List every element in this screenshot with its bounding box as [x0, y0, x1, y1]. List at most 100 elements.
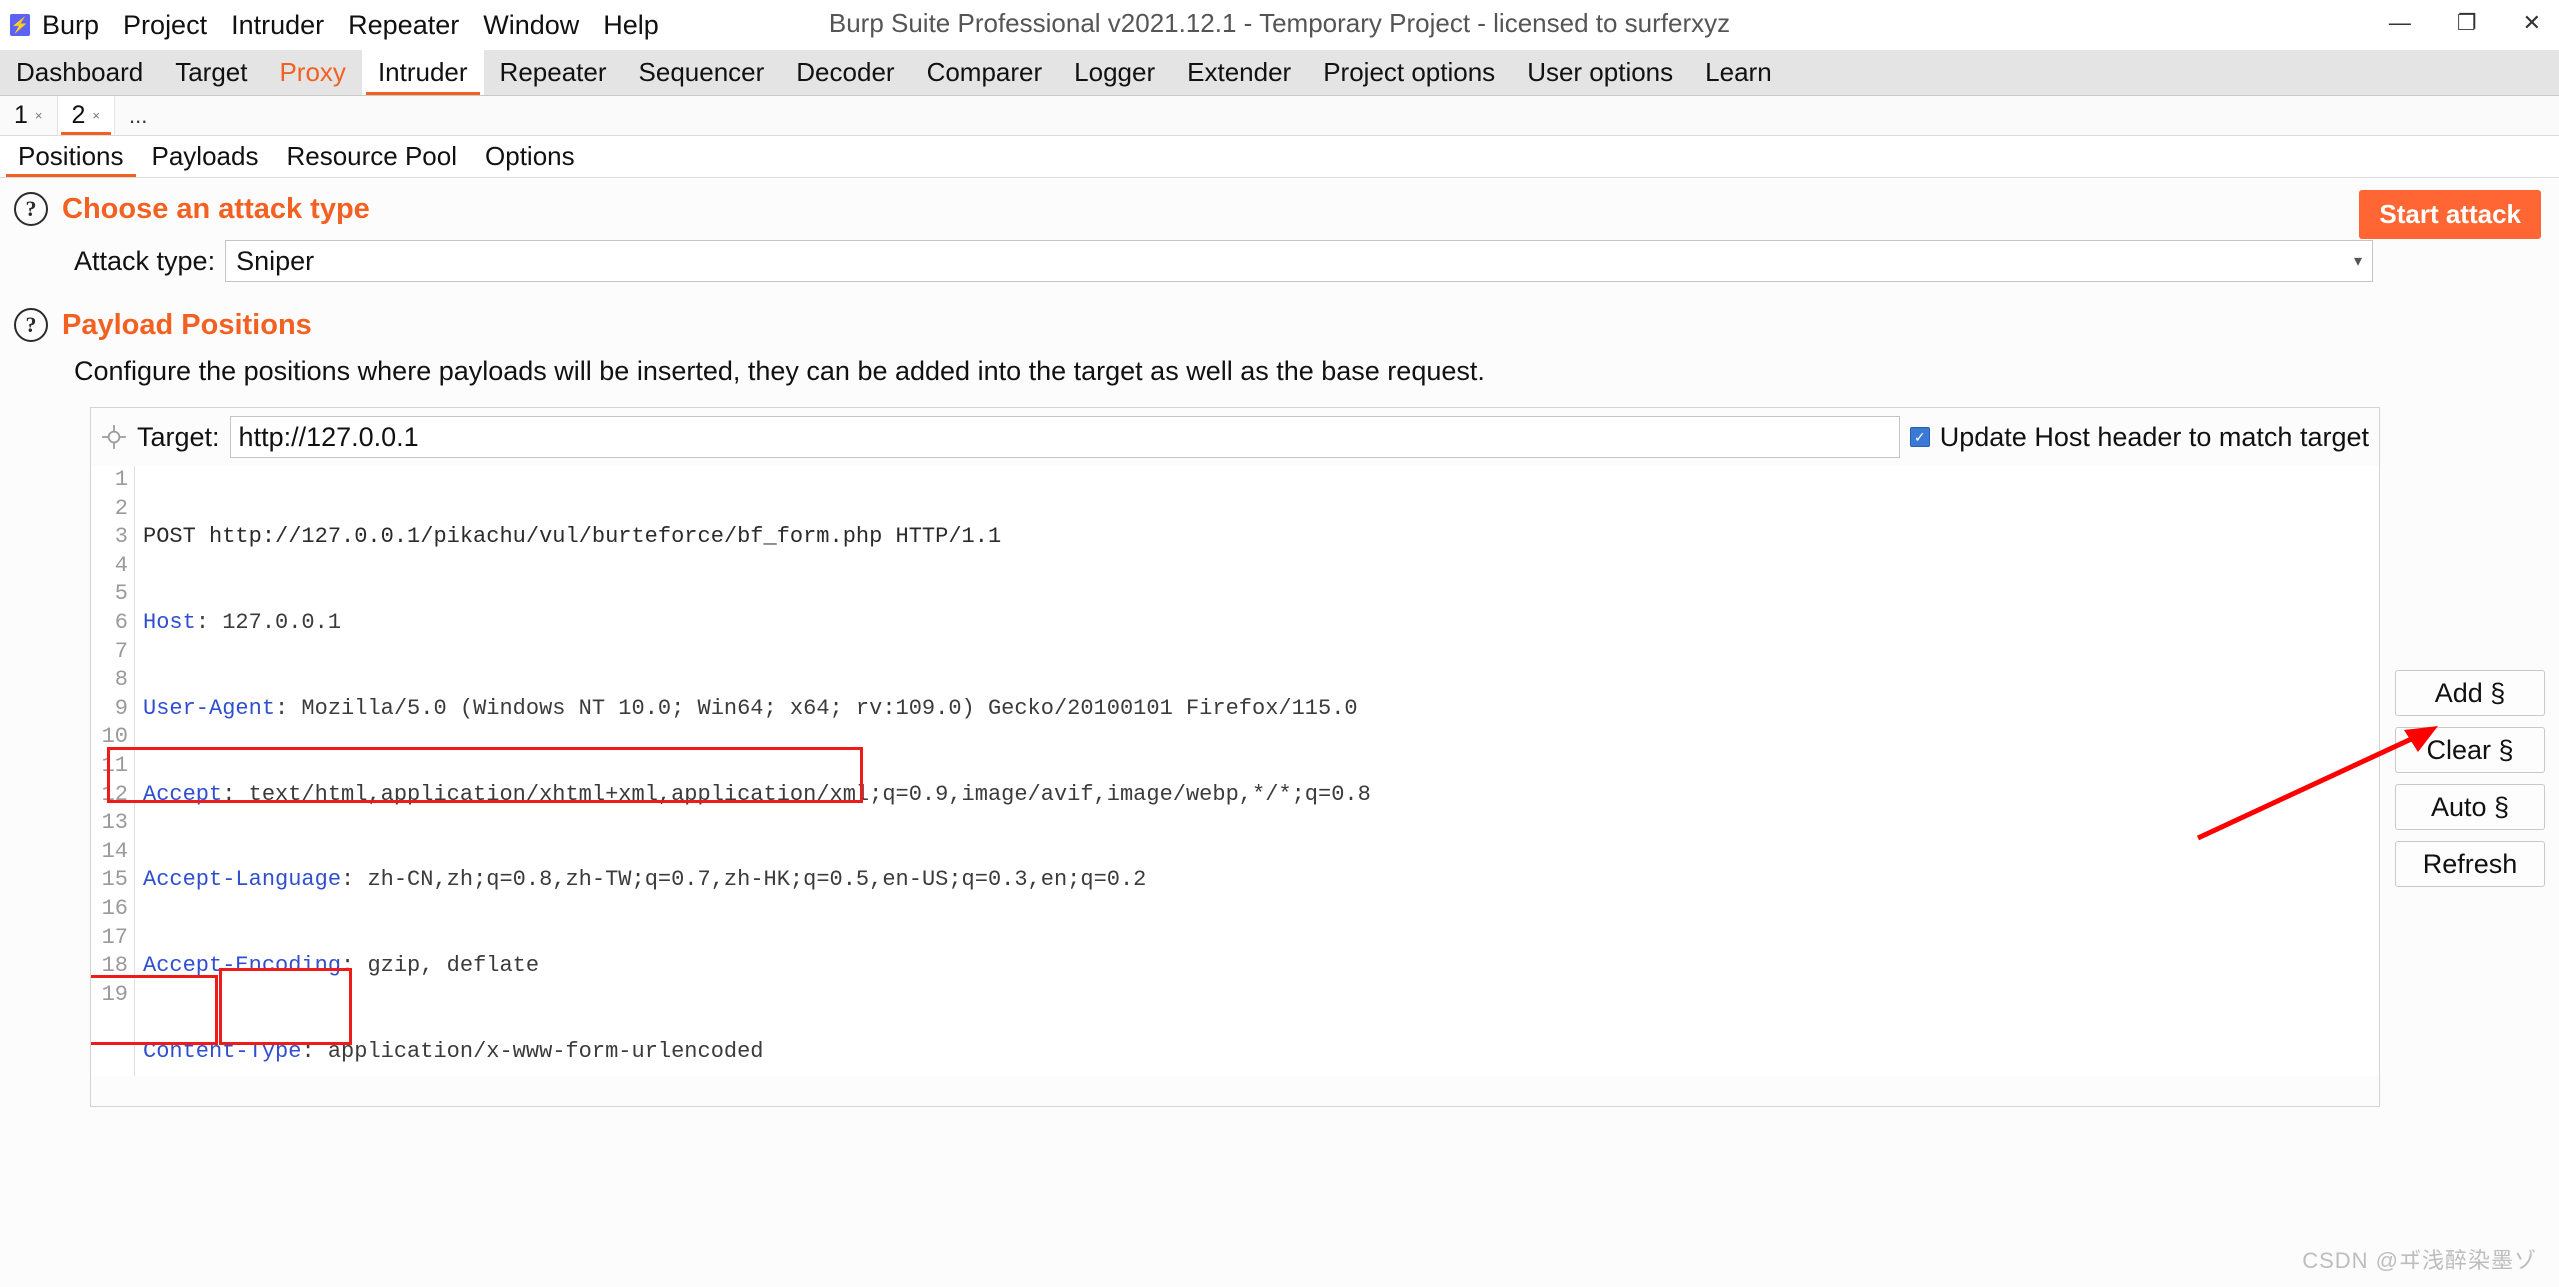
attack-type-title: Choose an attack type [62, 193, 370, 226]
tab-intruder[interactable]: Intruder [362, 50, 484, 95]
menu-item-project[interactable]: Project [123, 10, 207, 41]
tab-sequencer[interactable]: Sequencer [623, 50, 781, 95]
attack-tab-1-close-icon[interactable]: × [35, 108, 43, 123]
header-name: Accept-Encoding [143, 953, 341, 978]
update-host-header-checkbox[interactable]: ✓ [1910, 427, 1930, 447]
line-number: 10 [91, 723, 128, 752]
question-mark-icon[interactable]: ? [14, 308, 48, 342]
attack-type-label: Attack type: [74, 246, 215, 277]
line-number: 14 [91, 838, 128, 867]
intruder-sub-tab-bar: Positions Payloads Resource Pool Options [0, 136, 2559, 178]
target-row: Target: ✓ Update Host header to match ta… [91, 408, 2379, 466]
attack-type-row: Attack type: Sniper ▾ [0, 230, 2559, 282]
window-controls: — ❐ ✕ [2389, 12, 2541, 34]
attack-tab-2-close-icon[interactable]: × [92, 108, 100, 123]
request-line: Accept: text/html,application/xhtml+xml,… [143, 781, 2379, 810]
header-value: : Mozilla/5.0 (Windows NT 10.0; Win64; x… [275, 696, 1358, 721]
line-number: 4 [91, 552, 128, 581]
line-number: 5 [91, 580, 128, 609]
title-bar: ⚡ Burp Project Intruder Repeater Window … [0, 0, 2559, 50]
request-editor[interactable]: 1 2 3 4 5 6 7 8 9 10 11 12 13 14 15 16 1 [91, 466, 2379, 1076]
request-text[interactable]: POST http://127.0.0.1/pikachu/vul/burtef… [135, 466, 2379, 1076]
attack-tab-1[interactable]: 1 × [0, 96, 58, 135]
payload-positions-description: Configure the positions where payloads w… [0, 346, 2559, 387]
request-line: Host: 127.0.0.1 [143, 609, 2379, 638]
attack-tab-2-label: 2 [72, 101, 86, 130]
minimize-icon[interactable]: — [2389, 12, 2411, 34]
burp-suite-window: ⚡ Burp Project Intruder Repeater Window … [0, 0, 2559, 1287]
tab-learn[interactable]: Learn [1689, 50, 1788, 95]
payload-positions-section-header: ? Payload Positions [0, 282, 2559, 346]
header-name: Host [143, 610, 196, 635]
tab-decoder[interactable]: Decoder [780, 50, 910, 95]
line-number: 18 [91, 952, 128, 981]
subtab-payloads[interactable]: Payloads [138, 136, 273, 177]
header-name: Content-Type [143, 1039, 301, 1064]
crosshair-icon [101, 424, 127, 450]
main-tab-bar: Dashboard Target Proxy Intruder Repeater… [0, 50, 2559, 96]
line-number: 6 [91, 609, 128, 638]
menu-item-repeater[interactable]: Repeater [348, 10, 459, 41]
refresh-button[interactable]: Refresh [2395, 841, 2545, 887]
menu-item-burp[interactable]: Burp [42, 10, 99, 41]
tab-logger[interactable]: Logger [1058, 50, 1171, 95]
attack-tab-more-icon[interactable]: ... [115, 96, 161, 135]
request-line: Content-Type: application/x-www-form-url… [143, 1038, 2379, 1067]
update-host-header-checkbox-row[interactable]: ✓ Update Host header to match target [1910, 422, 2369, 453]
target-input[interactable] [230, 416, 1900, 458]
line-number: 17 [91, 924, 128, 953]
subtab-resource-pool[interactable]: Resource Pool [272, 136, 471, 177]
tab-extender[interactable]: Extender [1171, 50, 1307, 95]
add-marker-button[interactable]: Add § [2395, 670, 2545, 716]
attack-tab-2[interactable]: 2 × [58, 96, 116, 135]
payload-marker-buttons: Add § Clear § Auto § Refresh [2395, 670, 2545, 887]
header-value: : gzip, deflate [341, 953, 539, 978]
target-label: Target: [137, 422, 220, 453]
request-line: Accept-Encoding: gzip, deflate [143, 952, 2379, 981]
attack-type-select[interactable]: Sniper ▾ [225, 240, 2373, 282]
line-number: 13 [91, 809, 128, 838]
tab-repeater[interactable]: Repeater [484, 50, 623, 95]
line-number: 2 [91, 495, 128, 524]
attack-tab-bar: 1 × 2 × ... [0, 96, 2559, 136]
question-mark-icon[interactable]: ? [14, 192, 48, 226]
close-icon[interactable]: ✕ [2523, 12, 2541, 34]
watermark: CSDN @ヸ浅醉染墨ゾ [2302, 1243, 2537, 1275]
tab-user-options[interactable]: User options [1511, 50, 1689, 95]
attack-tab-1-label: 1 [14, 101, 28, 130]
tab-target[interactable]: Target [159, 50, 263, 95]
clear-marker-button[interactable]: Clear § [2395, 727, 2545, 773]
header-name: User-Agent [143, 696, 275, 721]
attack-type-section-header: ? Choose an attack type [0, 178, 2559, 230]
line-number: 19 [91, 981, 128, 1010]
header-value: : text/html,application/xhtml+xml,applic… [222, 782, 1371, 807]
tab-proxy[interactable]: Proxy [263, 50, 361, 95]
header-name: Accept-Language [143, 867, 341, 892]
positions-panel: Start attack ? Choose an attack type Att… [0, 178, 2559, 1287]
chevron-down-icon[interactable]: ▾ [2354, 251, 2362, 271]
request-line: User-Agent: Mozilla/5.0 (Windows NT 10.0… [143, 695, 2379, 724]
line-number-gutter: 1 2 3 4 5 6 7 8 9 10 11 12 13 14 15 16 1 [91, 466, 135, 1076]
header-name: Accept [143, 782, 222, 807]
tab-comparer[interactable]: Comparer [911, 50, 1059, 95]
tab-dashboard[interactable]: Dashboard [0, 50, 159, 95]
header-value: : 127.0.0.1 [196, 610, 341, 635]
menu-item-window[interactable]: Window [483, 10, 579, 41]
line-number: 12 [91, 781, 128, 810]
request-line-text: POST http://127.0.0.1/pikachu/vul/burtef… [143, 524, 1001, 549]
menu-bar: Burp Project Intruder Repeater Window He… [42, 10, 659, 41]
line-number: 8 [91, 666, 128, 695]
menu-item-help[interactable]: Help [603, 10, 659, 41]
line-number: 1 [91, 466, 128, 495]
subtab-positions[interactable]: Positions [4, 136, 138, 177]
header-value: : application/x-www-form-urlencoded [301, 1039, 763, 1064]
request-line: Accept-Language: zh-CN,zh;q=0.8,zh-TW;q=… [143, 866, 2379, 895]
subtab-options[interactable]: Options [471, 136, 589, 177]
menu-item-intruder[interactable]: Intruder [231, 10, 324, 41]
start-attack-button[interactable]: Start attack [2359, 190, 2541, 239]
maximize-icon[interactable]: ❐ [2457, 12, 2477, 34]
auto-marker-button[interactable]: Auto § [2395, 784, 2545, 830]
tab-project-options[interactable]: Project options [1307, 50, 1511, 95]
burp-logo-icon: ⚡ [10, 14, 30, 36]
line-number: 15 [91, 866, 128, 895]
